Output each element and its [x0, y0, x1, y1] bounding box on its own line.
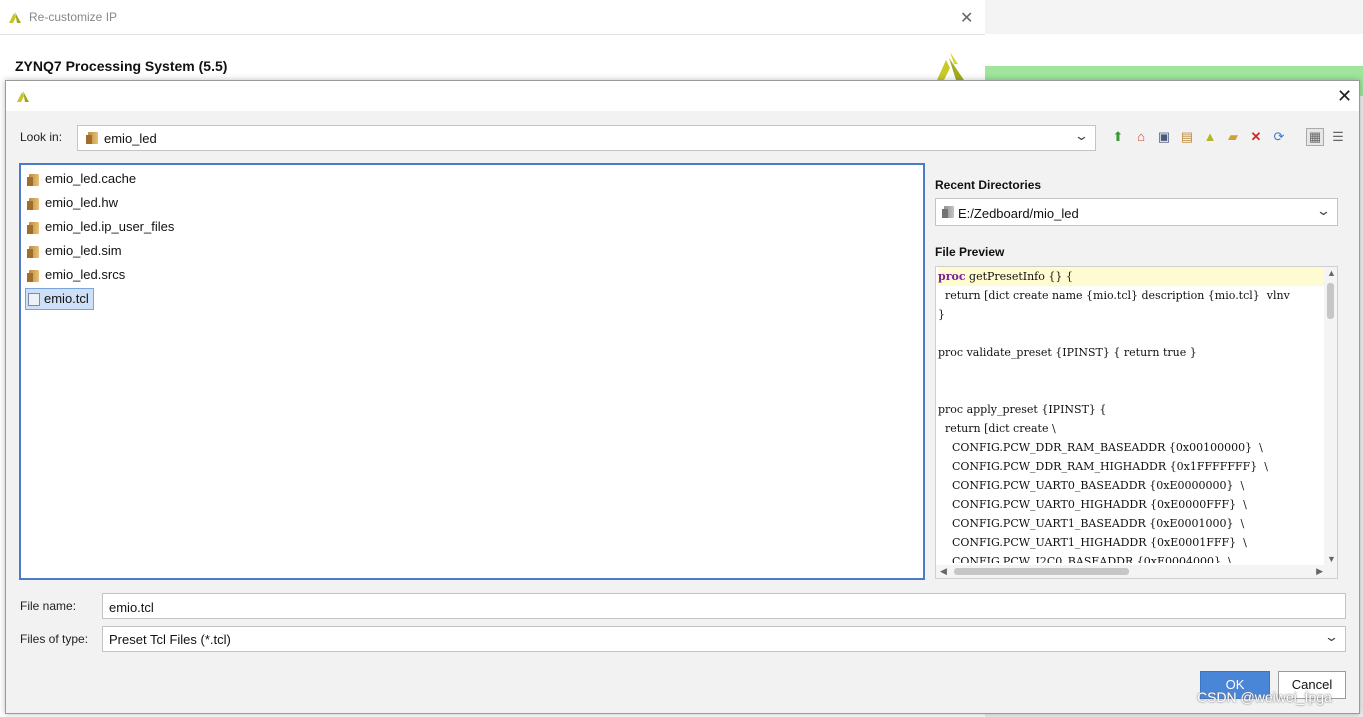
file-preview-pane[interactable]: proc getPresetInfo {} { return [dict cre…	[935, 266, 1338, 579]
recent-directories-title: Recent Directories	[935, 178, 1042, 192]
file-name-input[interactable]: emio.tcl	[102, 593, 1346, 619]
scroll-left-icon[interactable]: ◀	[940, 566, 947, 577]
delete-icon[interactable]: ✕	[1247, 128, 1265, 146]
open-file-dialog: ✕ Look in: emio_led ⌄ ⬆ ⌂ ▣ ▤ ▲ ▰ ✕ ⟳ ▦ …	[5, 80, 1360, 714]
background-close-icon[interactable]: ✕	[960, 8, 973, 28]
computer-icon[interactable]: ▣	[1155, 128, 1173, 146]
code-line: proc getPresetInfo {} {	[938, 267, 1326, 286]
code-line: proc validate_preset {IPINST} { return t…	[938, 346, 1197, 359]
list-item[interactable]: emio_led.cache	[25, 168, 140, 190]
file-name-text: emio_led.sim	[45, 243, 122, 258]
ip-heading: ZYNQ7 Processing System (5.5)	[15, 58, 228, 74]
horizontal-scrollbar[interactable]: ◀ ▶	[936, 565, 1337, 578]
files-of-type-value: Preset Tcl Files (*.tcl)	[109, 632, 231, 647]
code-line: return [dict create \	[938, 422, 1056, 435]
look-in-label: Look in:	[20, 130, 63, 144]
code-line: CONFIG.PCW_I2C0_BASEADDR {0xE0004000} \	[938, 555, 1232, 563]
files-of-type-label: Files of type:	[20, 632, 89, 646]
file-name-text: emio_led.hw	[45, 195, 118, 210]
list-item[interactable]: emio_led.ip_user_files	[25, 216, 178, 238]
folder-icon	[27, 197, 41, 210]
file-name-text: emio_led.cache	[45, 171, 137, 186]
file-list: emio_led.cache emio_led.hw emio_led.ip_u…	[19, 163, 925, 580]
code-line: CONFIG.PCW_UART1_HIGHADDR {0xE0001FFF} \	[938, 536, 1247, 549]
file-name-text: emio.tcl	[44, 291, 89, 306]
project-folder-icon[interactable]: ▤	[1178, 128, 1196, 146]
list-item-selected[interactable]: emio.tcl	[25, 288, 94, 310]
file-name-text: emio_led.ip_user_files	[45, 219, 175, 234]
scroll-down-icon[interactable]: ▼	[1327, 554, 1336, 564]
recent-directories-combo[interactable]: E:/Zedboard/mio_led ⌄	[935, 198, 1338, 226]
file-name-text: emio_led.srcs	[45, 267, 126, 282]
look-in-value: emio_led	[104, 131, 157, 146]
scroll-thumb[interactable]	[954, 568, 1129, 575]
watermark: CSDN @weiwei_fpga	[1197, 689, 1332, 705]
vertical-scrollbar[interactable]: ▲ ▼	[1324, 267, 1337, 565]
code-preview: proc getPresetInfo {} { return [dict cre…	[936, 267, 1326, 563]
home-icon[interactable]: ⌂	[1132, 128, 1150, 146]
folder-icon	[27, 173, 41, 186]
vivado-logo-icon	[17, 91, 29, 102]
new-folder-icon[interactable]: ▰	[1224, 128, 1242, 146]
code-line: CONFIG.PCW_UART1_BASEADDR {0xE0001000} \	[938, 517, 1245, 530]
scroll-right-icon[interactable]: ▶	[1316, 566, 1323, 577]
vivado-icon[interactable]: ▲	[1201, 128, 1219, 146]
files-of-type-combo[interactable]: Preset Tcl Files (*.tcl) ⌄	[102, 626, 1346, 652]
folder-icon	[942, 206, 956, 218]
list-item[interactable]: emio_led.hw	[25, 192, 122, 214]
list-item[interactable]: emio_led.srcs	[25, 264, 129, 286]
folder-icon	[27, 245, 41, 258]
folder-icon	[27, 221, 41, 234]
scroll-thumb[interactable]	[1327, 283, 1334, 319]
code-line: CONFIG.PCW_UART0_HIGHADDR {0xE0000FFF} \	[938, 498, 1247, 511]
vivado-large-logo-icon	[937, 52, 964, 80]
vivado-logo-icon	[9, 12, 21, 23]
background-titlebar: Re-customize IP ✕	[0, 0, 985, 35]
refresh-icon[interactable]: ⟳	[1270, 128, 1288, 146]
look-in-combo[interactable]: emio_led ⌄	[77, 125, 1096, 151]
code-line: proc apply_preset {IPINST} {	[938, 403, 1107, 416]
code-line: CONFIG.PCW_DDR_RAM_BASEADDR {0x00100000}…	[938, 441, 1263, 454]
code-line: }	[938, 308, 945, 321]
file-name-value: emio.tcl	[109, 600, 154, 615]
folder-icon	[86, 132, 100, 144]
code-line: CONFIG.PCW_DDR_RAM_HIGHADDR {0x1FFFFFFF}…	[938, 460, 1268, 473]
chevron-down-icon: ⌄	[1315, 203, 1332, 218]
background-window-title: Re-customize IP	[29, 10, 118, 24]
list-item[interactable]: emio_led.sim	[25, 240, 126, 262]
scroll-up-icon[interactable]: ▲	[1327, 268, 1336, 278]
dialog-close-icon[interactable]: ✕	[1337, 86, 1352, 107]
chevron-down-icon: ⌄	[1073, 128, 1090, 143]
up-folder-icon[interactable]: ⬆	[1109, 128, 1127, 146]
file-name-label: File name:	[20, 599, 77, 613]
dialog-titlebar: ✕	[6, 81, 1359, 111]
tcl-file-icon	[28, 293, 40, 307]
file-preview-title: File Preview	[935, 245, 1005, 259]
folder-icon	[27, 269, 41, 282]
list-view-icon[interactable]: ▦	[1306, 128, 1324, 146]
details-view-icon[interactable]: ☰	[1329, 128, 1347, 146]
recent-directory-value: E:/Zedboard/mio_led	[958, 206, 1079, 221]
code-line: return [dict create name {mio.tcl} descr…	[938, 289, 1290, 302]
chevron-down-icon: ⌄	[1323, 629, 1340, 644]
code-line: CONFIG.PCW_UART0_BASEADDR {0xE0000000} \	[938, 479, 1245, 492]
